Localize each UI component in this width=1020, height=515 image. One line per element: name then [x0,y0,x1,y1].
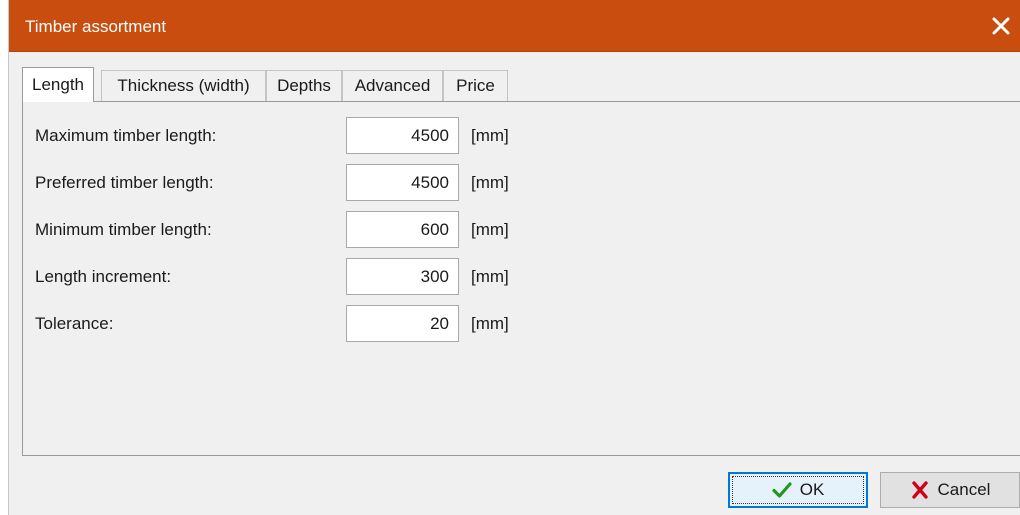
field-label: Preferred timber length: [35,173,214,192]
close-button[interactable] [981,6,1020,46]
tab-length[interactable]: Length [22,67,94,102]
focus-rectangle [732,476,864,504]
cancel-button[interactable]: Cancel [880,472,1020,508]
length-tab-panel: Maximum timber length: [mm] Preferred ti… [22,101,1020,456]
timber-assortment-dialog: Timber assortment Length Thickness (widt… [8,0,1020,515]
unit-label: [mm] [471,173,509,192]
ok-button[interactable]: OK [728,472,868,508]
close-icon [992,17,1010,35]
length-increment-input[interactable] [346,258,459,295]
maximum-timber-length-input[interactable] [346,117,459,154]
minimum-timber-length-input[interactable] [346,211,459,248]
window-title: Timber assortment [25,17,167,36]
preferred-timber-length-input[interactable] [346,164,459,201]
unit-label: [mm] [471,126,509,145]
field-label: Tolerance: [35,314,114,333]
field-label: Length increment: [35,267,172,286]
unit-label: [mm] [471,220,509,239]
unit-label: [mm] [471,314,509,333]
unit-label: [mm] [471,267,509,286]
cancel-button-label: Cancel [937,480,991,499]
ok-button-label: OK [799,480,825,499]
field-label: Maximum timber length: [35,126,217,145]
tolerance-input[interactable] [346,305,459,342]
tolerance-row: Tolerance: [mm] [23,304,583,344]
cross-icon [911,481,928,499]
preferred-timber-length-row: Preferred timber length: [mm] [23,163,583,203]
field-label: Minimum timber length: [35,220,212,239]
tab-depths[interactable]: Depths [266,70,342,101]
minimum-timber-length-row: Minimum timber length: [mm] [23,210,583,250]
tab-price[interactable]: Price [443,70,508,101]
maximum-timber-length-row: Maximum timber length: [mm] [23,116,583,156]
tab-thickness-width[interactable]: Thickness (width) [101,70,266,101]
title-bar[interactable]: Timber assortment [9,0,1020,52]
tab-advanced[interactable]: Advanced [342,70,443,101]
length-increment-row: Length increment: [mm] [23,257,583,297]
